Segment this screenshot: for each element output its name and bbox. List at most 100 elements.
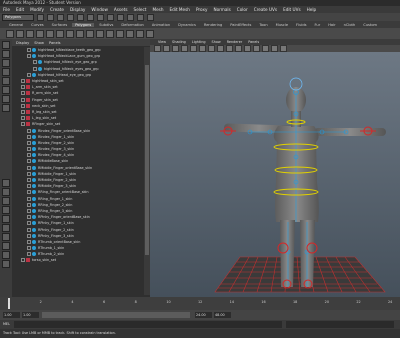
poly-cone-icon[interactable] [36, 29, 44, 38]
shelf-tab-general[interactable]: General [6, 23, 26, 27]
new-scene-icon[interactable] [37, 13, 44, 21]
film-gate-icon[interactable] [190, 45, 197, 52]
outliner-item[interactable]: torso_skin_set [12, 257, 144, 263]
menu-help[interactable]: Help [307, 7, 317, 12]
expand-toggle-icon[interactable] [27, 72, 31, 77]
uv-editor-icon[interactable] [146, 29, 154, 38]
outliner-menu-display[interactable]: Display [16, 41, 29, 45]
menu-select[interactable]: Select [134, 7, 147, 12]
trax-layout-icon[interactable] [2, 260, 10, 268]
smooth-shade-icon[interactable] [217, 45, 224, 52]
lights-icon[interactable] [244, 45, 251, 52]
expand-toggle-icon[interactable] [21, 85, 25, 90]
open-scene-icon[interactable] [47, 13, 54, 21]
outliner-menu-panels[interactable]: Panels [49, 41, 61, 45]
menu-window[interactable]: Window [91, 7, 108, 12]
save-scene-icon[interactable] [57, 13, 64, 21]
expand-toggle-icon[interactable] [27, 128, 31, 133]
viewport-menu-view[interactable]: View [158, 40, 166, 44]
time-slider[interactable]: 1 2 4 6 8 10 12 14 16 18 20 22 24 [0, 297, 400, 310]
viewport-menu-lighting[interactable]: Lighting [192, 40, 206, 44]
combine-icon[interactable] [66, 29, 74, 38]
outliner-scroll-thumb[interactable] [145, 65, 149, 255]
paint-select-icon[interactable] [2, 59, 10, 67]
expand-toggle-icon[interactable] [27, 233, 31, 238]
hypergraph-layout-icon[interactable] [2, 242, 10, 250]
expand-toggle-icon[interactable] [27, 215, 31, 220]
scale-tool-icon[interactable] [2, 86, 10, 94]
expand-toggle-icon[interactable] [33, 66, 37, 71]
shelf-tab-dynamics[interactable]: Dynamics [175, 23, 199, 27]
expand-toggle-icon[interactable] [21, 109, 25, 114]
menu-set-dropdown[interactable]: Polygons [2, 13, 34, 21]
poly-torus-icon[interactable] [56, 29, 64, 38]
rotate-tool-icon[interactable] [2, 77, 10, 85]
snap-point-icon[interactable] [117, 13, 124, 21]
last-tool-icon[interactable] [2, 104, 10, 112]
render-settings-icon[interactable] [147, 13, 154, 21]
bridge-icon[interactable] [96, 29, 104, 38]
xray-joints-icon[interactable] [271, 45, 278, 52]
range-bar[interactable] [42, 312, 190, 318]
shelf-tab-muscle[interactable]: Muscle [273, 23, 291, 27]
textured-icon[interactable] [235, 45, 242, 52]
shadows-icon[interactable] [253, 45, 260, 52]
menu-mesh[interactable]: Mesh [152, 7, 163, 12]
viewport-menu-shading[interactable]: Shading [172, 40, 186, 44]
shelf-tab-toon[interactable]: Toon [256, 23, 270, 27]
expand-toggle-icon[interactable] [21, 79, 25, 84]
menu-create-uvs[interactable]: Create UVs [254, 7, 277, 12]
manipulator-icon[interactable] [2, 95, 10, 103]
snap-curve-icon[interactable] [107, 13, 114, 21]
viewport-menu-show[interactable]: Show [212, 40, 221, 44]
select-tool-icon[interactable] [2, 41, 10, 49]
smooth-icon[interactable] [126, 29, 134, 38]
poly-plane-icon[interactable] [46, 29, 54, 38]
command-input[interactable] [14, 321, 282, 328]
shelf-tab-rendering[interactable]: Rendering [201, 23, 225, 27]
expand-toggle-icon[interactable] [27, 140, 31, 145]
grid-toggle-icon[interactable] [181, 45, 188, 52]
expand-toggle-icon[interactable] [27, 252, 31, 257]
expand-toggle-icon[interactable] [27, 227, 31, 232]
expand-toggle-icon[interactable] [27, 134, 31, 139]
render-view-layout-icon[interactable] [2, 233, 10, 241]
four-view-layout-icon[interactable] [2, 188, 10, 196]
expand-toggle-icon[interactable] [21, 103, 25, 108]
expand-toggle-icon[interactable] [27, 178, 31, 183]
viewport-menu-renderer[interactable]: Renderer [227, 40, 242, 44]
image-plane-icon[interactable] [172, 45, 179, 52]
poly-cube-icon[interactable] [16, 29, 24, 38]
camera-attributes-icon[interactable] [154, 45, 161, 52]
menu-modify[interactable]: Modify [30, 7, 44, 12]
mirror-icon[interactable] [136, 29, 144, 38]
expand-toggle-icon[interactable] [21, 91, 25, 96]
menu-proxy[interactable]: Proxy [196, 7, 207, 12]
expand-toggle-icon[interactable] [21, 97, 25, 102]
wireframe-on-shaded-icon[interactable] [226, 45, 233, 52]
shelf-tab-deformation[interactable]: Deformation [118, 23, 146, 27]
uv-layout-icon[interactable] [2, 251, 10, 259]
graph-editor-layout-icon[interactable] [2, 206, 10, 214]
expand-toggle-icon[interactable] [27, 171, 31, 176]
shelf-tab-animation[interactable]: Animation [149, 23, 173, 27]
outliner-menu-show[interactable]: Show [34, 41, 44, 45]
expand-toggle-icon[interactable] [27, 208, 31, 213]
menu-normals[interactable]: Normals [213, 7, 230, 12]
shelf-tab-custom[interactable]: Custom [360, 23, 380, 27]
snap-grid-icon[interactable] [97, 13, 104, 21]
expand-toggle-icon[interactable] [27, 159, 31, 164]
playback-start-field[interactable]: 1.00 [22, 312, 39, 318]
range-start-field[interactable]: 1.00 [3, 312, 20, 318]
single-perspective-layout-icon[interactable] [2, 179, 10, 187]
expand-toggle-icon[interactable] [33, 60, 37, 65]
expand-toggle-icon[interactable] [27, 196, 31, 201]
shelf-tab-surfaces[interactable]: Surfaces [49, 23, 71, 27]
menu-edit-uvs[interactable]: Edit UVs [283, 7, 301, 12]
poly-cylinder-icon[interactable] [26, 29, 34, 38]
menu-assets[interactable]: Assets [114, 7, 128, 12]
split-polygon-icon[interactable] [106, 29, 114, 38]
select-component-icon[interactable] [87, 13, 94, 21]
resolution-gate-icon[interactable] [199, 45, 206, 52]
menu-color[interactable]: Color [237, 7, 248, 12]
